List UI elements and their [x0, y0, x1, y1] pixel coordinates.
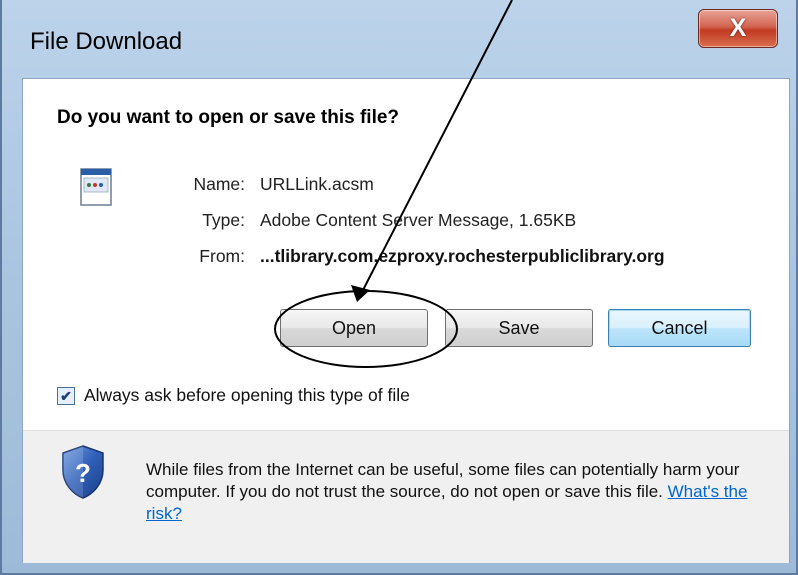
cancel-button[interactable]: Cancel — [608, 309, 751, 347]
dialog-title: File Download — [30, 28, 183, 55]
save-button[interactable]: Save — [445, 309, 593, 347]
type-label: Type: — [202, 210, 245, 230]
type-value: Adobe Content Server Message, 1.65KB — [260, 210, 577, 230]
file-icon — [80, 168, 112, 206]
from-value: ...tlibrary.com.ezproxy.rochesterpublicl… — [260, 246, 665, 266]
close-icon: X — [729, 14, 747, 42]
from-label: From: — [199, 246, 245, 266]
always-ask-checkbox[interactable]: ✔ — [57, 387, 75, 405]
name-label: Name: — [193, 174, 245, 194]
always-ask-label[interactable]: Always ask before opening this type of f… — [84, 385, 410, 406]
name-value: URLLink.acsm — [260, 174, 374, 194]
download-question: Do you want to open or save this file? — [57, 107, 400, 128]
warning-message: While files from the Internet can be use… — [146, 460, 740, 501]
open-button[interactable]: Open — [280, 309, 428, 347]
close-button[interactable]: X — [698, 9, 778, 48]
shield-question-icon: ? — [62, 445, 104, 499]
checkmark-icon: ✔ — [60, 388, 72, 404]
warning-text: While files from the Internet can be use… — [146, 459, 766, 525]
svg-text:?: ? — [75, 458, 91, 488]
